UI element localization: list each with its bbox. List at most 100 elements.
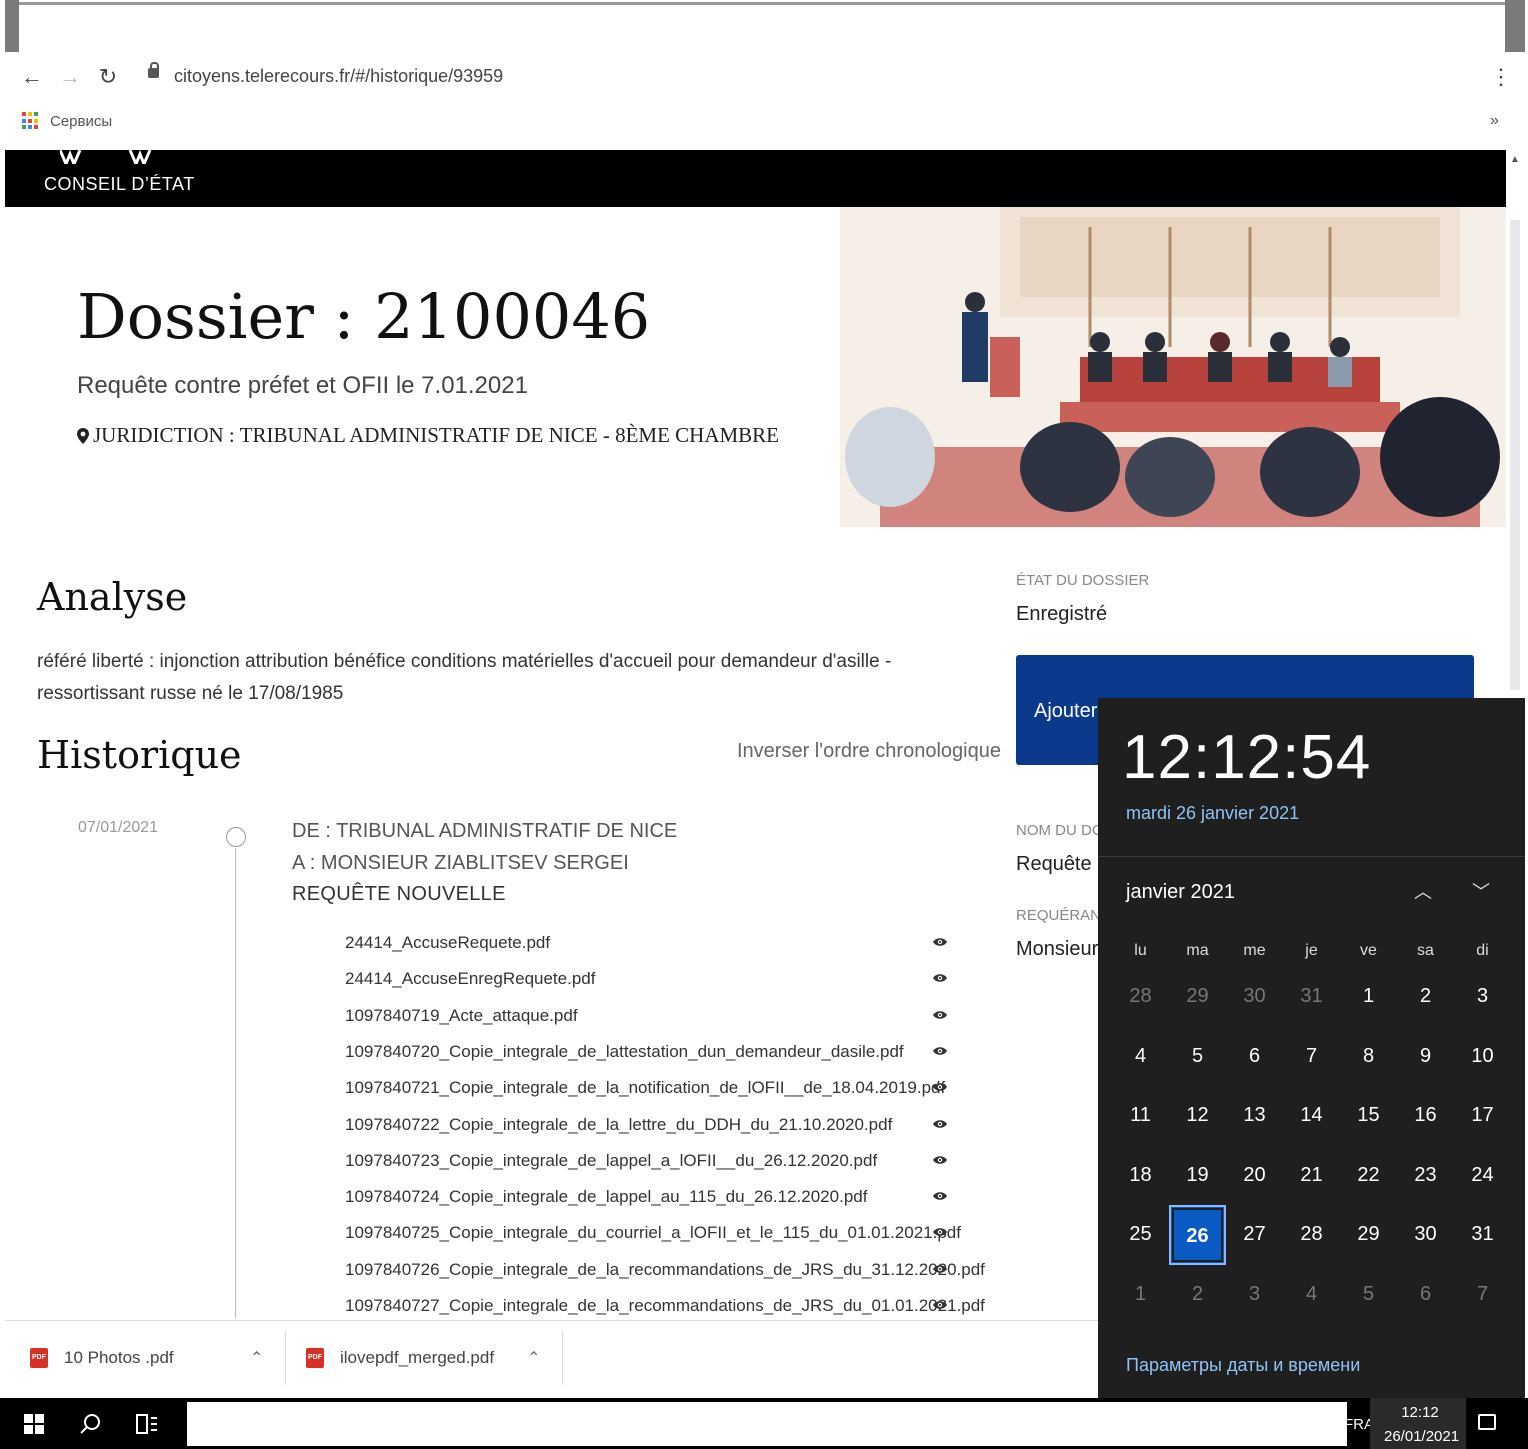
calendar-day[interactable]: 4 [1283, 1265, 1340, 1325]
eye-icon[interactable] [933, 1300, 947, 1310]
calendar-day[interactable]: 22 [1340, 1146, 1397, 1206]
download-item[interactable]: 10 Photos .pdf [64, 1348, 174, 1368]
eye-icon[interactable] [933, 973, 947, 983]
calendar-day[interactable]: 30 [1226, 967, 1283, 1027]
file-row[interactable]: 24414_AccuseRequete.pdf [345, 933, 965, 963]
eye-icon[interactable] [933, 1227, 947, 1237]
file-name[interactable]: 24414_AccuseEnregRequete.pdf [345, 969, 595, 989]
eye-icon[interactable] [933, 1010, 947, 1020]
calendar-day[interactable]: 14 [1283, 1086, 1340, 1146]
calendar-day[interactable]: 1 [1340, 967, 1397, 1027]
more-bookmarks-icon[interactable]: » [1490, 112, 1499, 130]
calendar-day[interactable]: 12 [1169, 1086, 1226, 1146]
calendar-day[interactable]: 8 [1340, 1027, 1397, 1087]
file-name[interactable]: 24414_AccuseRequete.pdf [345, 933, 550, 953]
calendar-day[interactable]: 24 [1454, 1146, 1511, 1206]
file-name[interactable]: 1097840720_Copie_integrale_de_lattestati… [345, 1042, 904, 1062]
scroll-up-arrow-icon[interactable]: ▲ [1510, 154, 1520, 165]
apps-grid-icon[interactable] [22, 112, 40, 130]
calendar-day[interactable]: 27 [1226, 1205, 1283, 1265]
notification-icon[interactable] [1478, 1414, 1496, 1430]
file-row[interactable]: 1097840725_Copie_integrale_du_courriel_a… [345, 1223, 965, 1253]
calendar-day[interactable]: 29 [1169, 967, 1226, 1027]
calendar-day[interactable]: 15 [1340, 1086, 1397, 1146]
calendar-day[interactable]: 3 [1454, 967, 1511, 1027]
calendar-day[interactable]: 5 [1340, 1265, 1397, 1325]
calendar-day[interactable]: 23 [1397, 1146, 1454, 1206]
reverse-order-link[interactable]: Inverser l'ordre chronologique [737, 740, 1001, 763]
file-row[interactable]: 1097840726_Copie_integrale_de_la_recomma… [345, 1260, 985, 1290]
file-name[interactable]: 1097840724_Copie_integrale_de_lappel_au_… [345, 1187, 867, 1207]
calendar-day[interactable]: 7 [1283, 1027, 1340, 1087]
file-row[interactable]: 1097840723_Copie_integrale_de_lappel_a_l… [345, 1151, 965, 1181]
calendar-day[interactable]: 28 [1283, 1205, 1340, 1265]
calendar-day[interactable]: 17 [1454, 1086, 1511, 1146]
calendar-day[interactable]: 11 [1112, 1086, 1169, 1146]
calendar-day[interactable]: 19 [1169, 1146, 1226, 1206]
download-item[interactable]: ilovepdf_merged.pdf [340, 1348, 494, 1368]
calendar-day[interactable]: 6 [1397, 1265, 1454, 1325]
file-name[interactable]: 1097840722_Copie_integrale_de_la_lettre_… [345, 1115, 892, 1135]
chevron-down-icon[interactable]: ﹀ [1472, 878, 1490, 904]
file-row[interactable]: 1097840719_Acte_attaque.pdf [345, 1006, 965, 1036]
forward-arrow-icon[interactable]: → [56, 64, 84, 90]
file-row[interactable]: 1097840721_Copie_integrale_de_la_notific… [345, 1078, 965, 1108]
calendar-day[interactable]: 28 [1112, 967, 1169, 1027]
chevron-up-icon[interactable]: ⌃ [250, 1348, 263, 1368]
calendar-day[interactable]: 16 [1397, 1086, 1454, 1146]
file-row[interactable]: 1097840720_Copie_integrale_de_lattestati… [345, 1042, 965, 1072]
calendar-day[interactable]: 9 [1397, 1027, 1454, 1087]
site-logo[interactable]: CONSEIL D’ÉTAT [44, 174, 195, 195]
chevron-up-icon[interactable]: ︿ [1414, 878, 1432, 904]
task-view-icon[interactable] [136, 1414, 158, 1434]
file-name[interactable]: 1097840726_Copie_integrale_de_la_recomma… [345, 1260, 985, 1280]
calendar-day[interactable]: 21 [1283, 1146, 1340, 1206]
file-name[interactable]: 1097840725_Copie_integrale_du_courriel_a… [345, 1223, 961, 1243]
file-row[interactable]: 1097840724_Copie_integrale_de_lappel_au_… [345, 1187, 965, 1217]
calendar-day[interactable]: 26 [1169, 1205, 1226, 1265]
back-arrow-icon[interactable]: ← [18, 64, 46, 90]
file-name[interactable]: 1097840727_Copie_integrale_de_la_recomma… [345, 1296, 985, 1316]
eye-icon[interactable] [933, 1264, 947, 1274]
file-name[interactable]: 1097840721_Copie_integrale_de_la_notific… [345, 1078, 945, 1098]
calendar-day[interactable]: 10 [1454, 1027, 1511, 1087]
eye-icon[interactable] [933, 1046, 947, 1056]
calendar-day[interactable]: 31 [1454, 1205, 1511, 1265]
calendar-day[interactable]: 29 [1340, 1205, 1397, 1265]
address-bar[interactable]: citoyens.telerecours.fr/#/historique/939… [174, 66, 503, 87]
calendar-day[interactable]: 30 [1397, 1205, 1454, 1265]
reload-icon[interactable]: ↻ [94, 64, 122, 90]
page-scrollbar[interactable] [1510, 220, 1520, 690]
file-name[interactable]: 1097840719_Acte_attaque.pdf [345, 1006, 578, 1026]
eye-icon[interactable] [933, 1155, 947, 1165]
bookmark-apps[interactable]: Сервисы [50, 113, 112, 130]
clock-date-link[interactable]: mardi 26 janvier 2021 [1126, 803, 1299, 824]
eye-icon[interactable] [933, 1082, 947, 1092]
search-icon[interactable] [80, 1413, 102, 1435]
taskbar-search-box[interactable] [187, 1402, 1347, 1446]
calendar-day[interactable]: 13 [1226, 1086, 1283, 1146]
file-name[interactable]: 1097840723_Copie_integrale_de_lappel_a_l… [345, 1151, 877, 1171]
eye-icon[interactable] [933, 1191, 947, 1201]
windows-start-icon[interactable] [24, 1414, 44, 1434]
calendar-day[interactable]: 3 [1226, 1265, 1283, 1325]
calendar-month-label[interactable]: janvier 2021 [1126, 881, 1235, 904]
calendar-day[interactable]: 20 [1226, 1146, 1283, 1206]
file-row[interactable]: 1097840722_Copie_integrale_de_la_lettre_… [345, 1115, 965, 1145]
calendar-day[interactable]: 2 [1169, 1265, 1226, 1325]
calendar-day[interactable]: 31 [1283, 967, 1340, 1027]
file-row[interactable]: 24414_AccuseEnregRequete.pdf [345, 969, 965, 999]
calendar-day[interactable]: 18 [1112, 1146, 1169, 1206]
calendar-day[interactable]: 25 [1112, 1205, 1169, 1265]
browser-menu-icon[interactable]: ⋮ [1490, 64, 1512, 90]
chevron-up-icon[interactable]: ⌃ [527, 1348, 540, 1368]
eye-icon[interactable] [933, 937, 947, 947]
calendar-day[interactable]: 4 [1112, 1027, 1169, 1087]
eye-icon[interactable] [933, 1119, 947, 1129]
calendar-day[interactable]: 7 [1454, 1265, 1511, 1325]
calendar-day[interactable]: 2 [1397, 967, 1454, 1027]
calendar-day[interactable]: 6 [1226, 1027, 1283, 1087]
date-time-settings-link[interactable]: Параметры даты и времени [1126, 1355, 1360, 1376]
calendar-day[interactable]: 5 [1169, 1027, 1226, 1087]
calendar-day[interactable]: 1 [1112, 1265, 1169, 1325]
